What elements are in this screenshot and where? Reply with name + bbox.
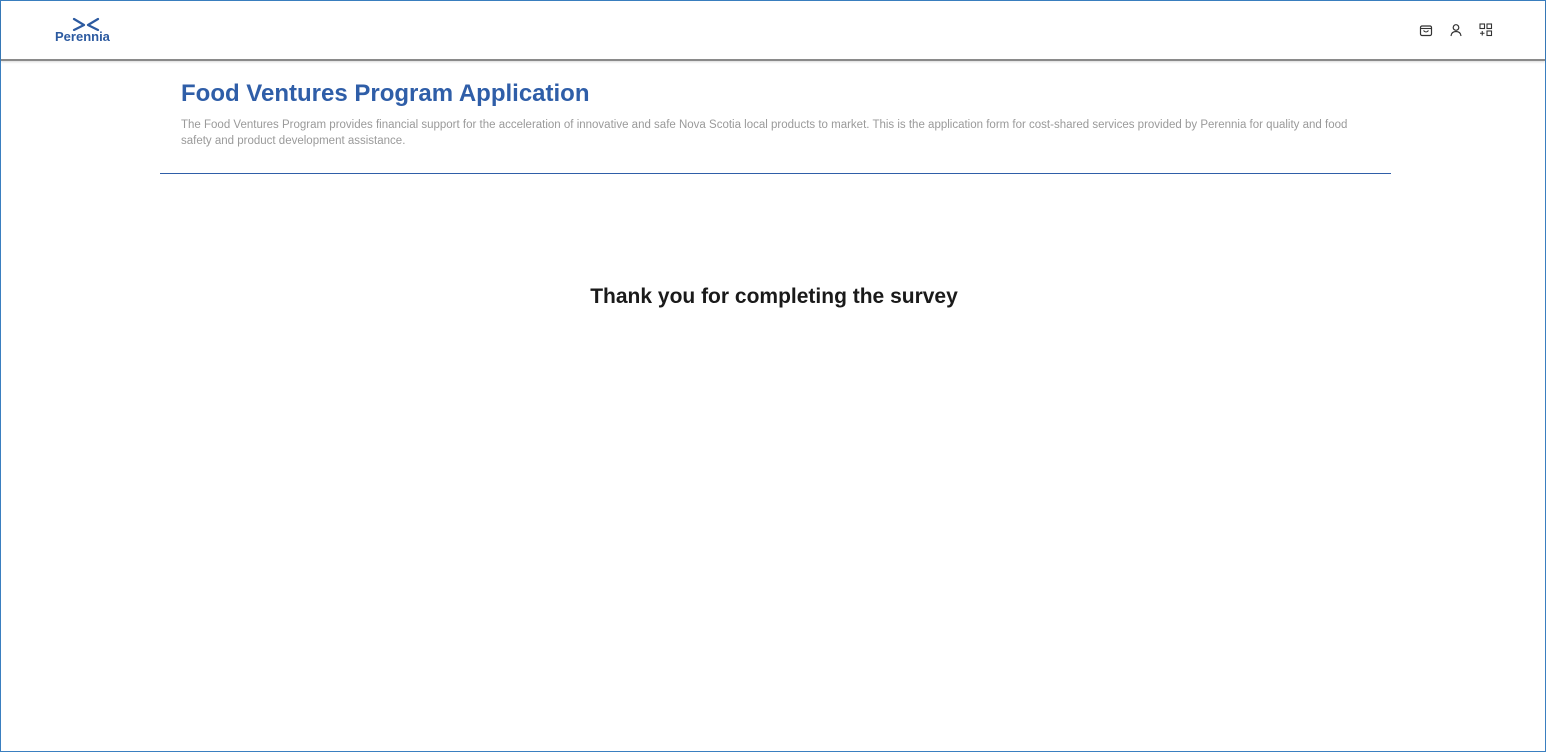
logo-text: Perennia bbox=[55, 29, 110, 44]
top-navigation-bar: Perennia bbox=[1, 1, 1545, 61]
user-icon[interactable] bbox=[1449, 23, 1463, 37]
perennia-logo[interactable]: Perennia bbox=[55, 17, 125, 47]
header-divider bbox=[160, 173, 1391, 174]
header-actions bbox=[1419, 23, 1493, 37]
app-window: Perennia Food Ventures Program Applicati… bbox=[0, 0, 1546, 752]
page-header: Food Ventures Program Application The Fo… bbox=[181, 79, 1381, 149]
shopping-bag-icon[interactable] bbox=[1419, 23, 1433, 37]
page-title: Food Ventures Program Application bbox=[181, 80, 590, 107]
apps-grid-icon[interactable] bbox=[1479, 23, 1493, 37]
completion-message: Thank you for completing the survey bbox=[590, 285, 958, 308]
page-description: The Food Ventures Program provides finan… bbox=[181, 119, 1348, 147]
